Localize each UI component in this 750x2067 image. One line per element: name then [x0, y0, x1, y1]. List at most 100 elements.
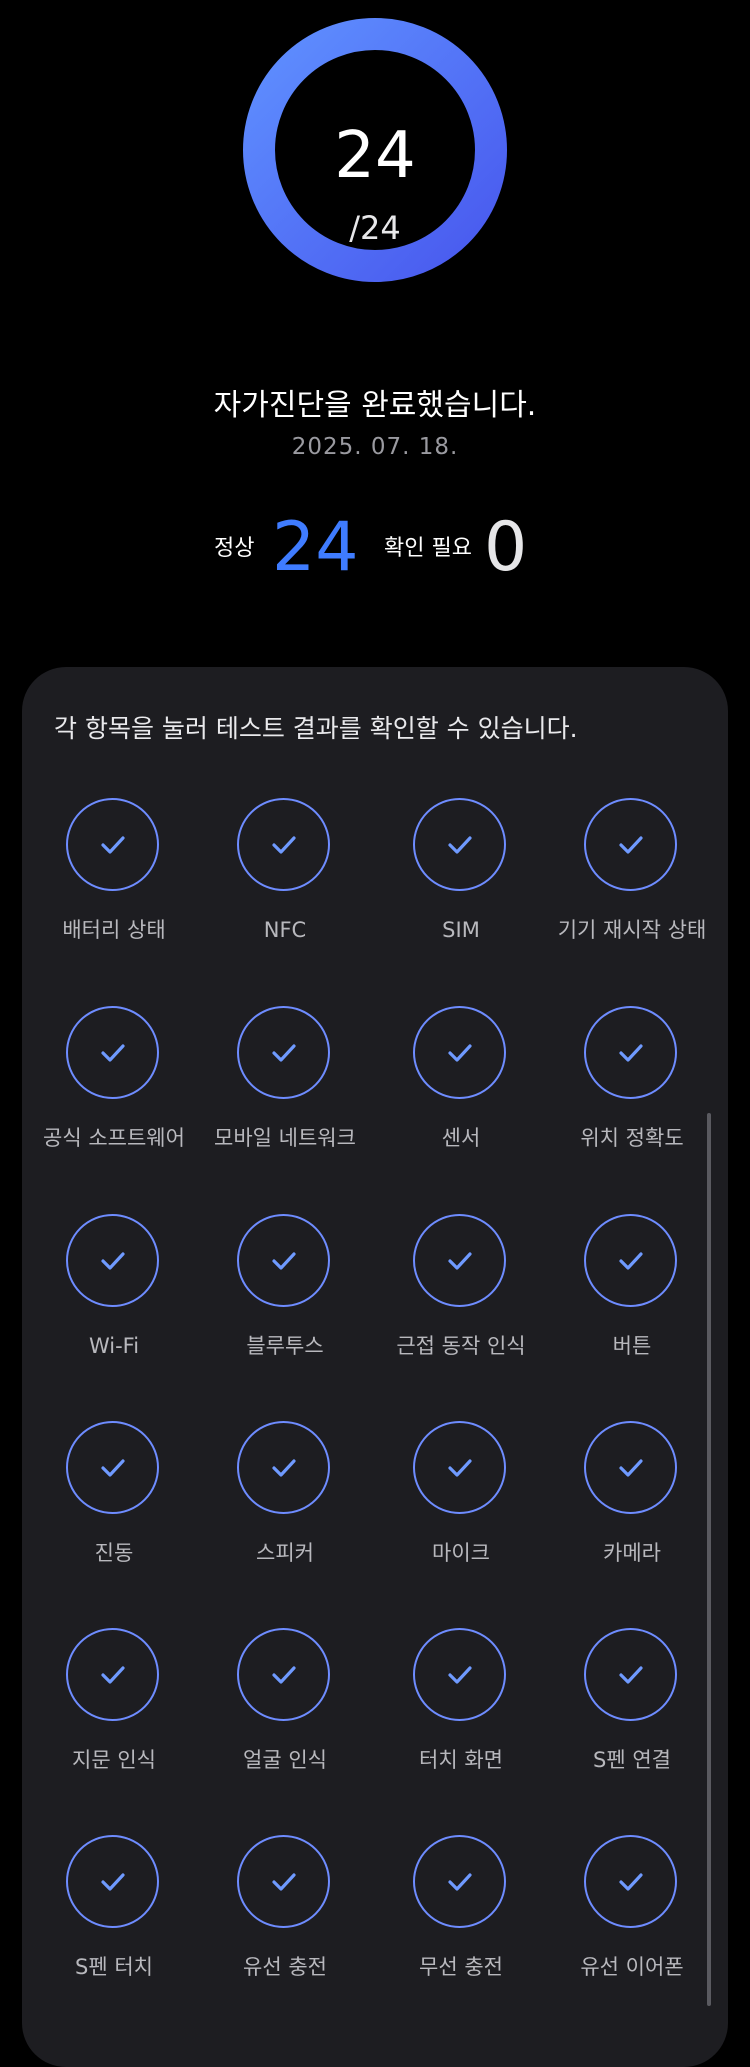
test-item-label: 공식 소프트웨어 [43, 1126, 185, 1150]
test-item[interactable]: 센서 [375, 1006, 547, 1166]
check-icon [272, 1044, 296, 1062]
check-icon [619, 1666, 643, 1684]
test-item-label: 터치 화면 [419, 1748, 503, 1772]
test-item-label: S펜 연결 [593, 1748, 671, 1772]
passed-count: 24 [334, 119, 416, 193]
test-item-label: 스피커 [256, 1541, 314, 1565]
check-icon [272, 1666, 296, 1684]
check-icon [448, 1252, 472, 1270]
test-item[interactable]: 진동 [28, 1421, 200, 1581]
scrollbar[interactable] [707, 1113, 711, 2006]
status-circle [66, 1628, 159, 1721]
status-circle [413, 1006, 506, 1099]
status-circle [237, 1835, 330, 1928]
status-circle [66, 1835, 159, 1928]
check-icon [272, 836, 296, 854]
check-icon [448, 1666, 472, 1684]
status-circle [584, 1006, 677, 1099]
test-item-label: 마이크 [432, 1541, 490, 1565]
check-icon [619, 1252, 643, 1270]
test-item[interactable]: 기기 재시작 상태 [546, 798, 718, 958]
test-item[interactable]: 버튼 [546, 1214, 718, 1374]
status-circle [237, 1214, 330, 1307]
test-item-label: 유선 충전 [243, 1955, 327, 1979]
panel-hint: 각 항목을 눌러 테스트 결과를 확인할 수 있습니다. [54, 714, 578, 743]
check-icon [448, 1044, 472, 1062]
status-circle [66, 1421, 159, 1514]
test-item-label: NFC [263, 918, 307, 942]
test-item[interactable]: NFC [199, 798, 371, 958]
test-item-label: 지문 인식 [72, 1748, 156, 1772]
test-item-label: 모바일 네트워크 [214, 1126, 356, 1150]
test-item-label: 진동 [94, 1541, 134, 1565]
test-item[interactable]: 스피커 [199, 1421, 371, 1581]
test-item-label: 얼굴 인식 [243, 1748, 327, 1772]
test-item[interactable]: 마이크 [375, 1421, 547, 1581]
test-item[interactable]: 무선 충전 [375, 1835, 547, 1995]
test-item-label: SIM [442, 918, 480, 942]
test-item[interactable]: 근접 동작 인식 [375, 1214, 547, 1374]
check-icon [619, 1044, 643, 1062]
test-item[interactable]: 위치 정확도 [546, 1006, 718, 1166]
test-item[interactable]: S펜 연결 [546, 1628, 718, 1788]
check-icon [448, 1873, 472, 1891]
test-item-label: 근접 동작 인식 [396, 1334, 526, 1358]
status-circle [584, 1628, 677, 1721]
status-circle [584, 798, 677, 891]
test-item-label: 카메라 [603, 1541, 661, 1565]
check-icon [101, 1459, 125, 1477]
check-icon [448, 836, 472, 854]
check-icon [101, 1666, 125, 1684]
test-item-label: S펜 터치 [75, 1955, 153, 1979]
test-item[interactable]: 지문 인식 [28, 1628, 200, 1788]
status-circle [413, 1628, 506, 1721]
check-icon [619, 1459, 643, 1477]
test-item[interactable]: 블루투스 [199, 1214, 371, 1374]
test-item-label: 버튼 [612, 1334, 652, 1358]
test-item[interactable]: 유선 이어폰 [546, 1835, 718, 1995]
status-circle [413, 1421, 506, 1514]
status-circle [413, 1835, 506, 1928]
status-circle [237, 1006, 330, 1099]
normal-label: 정상 [214, 536, 255, 561]
test-item-label: 센서 [441, 1126, 481, 1150]
status-circle [237, 798, 330, 891]
completion-date: 2025. 07. 18. [291, 434, 459, 460]
test-item-label: 배터리 상태 [62, 918, 166, 942]
status-circle [66, 798, 159, 891]
test-item[interactable]: 터치 화면 [375, 1628, 547, 1788]
test-item-label: 블루투스 [246, 1334, 324, 1358]
test-item[interactable]: 배터리 상태 [28, 798, 200, 958]
status-circle [66, 1214, 159, 1307]
test-item[interactable]: 얼굴 인식 [199, 1628, 371, 1788]
check-icon [272, 1252, 296, 1270]
normal-count: 24 [272, 508, 359, 587]
status-circle [237, 1628, 330, 1721]
check-icon [272, 1459, 296, 1477]
total-count: /24 [349, 209, 401, 247]
test-item-label: 기기 재시작 상태 [557, 918, 707, 942]
status-circle [413, 1214, 506, 1307]
test-item[interactable]: SIM [375, 798, 547, 958]
status-circle [66, 1006, 159, 1099]
test-item[interactable]: 카메라 [546, 1421, 718, 1581]
check-icon [101, 1873, 125, 1891]
completion-message: 자가진단을 완료했습니다. [213, 388, 537, 423]
check-icon [619, 1873, 643, 1891]
check-icon [619, 836, 643, 854]
test-item-label: Wi-Fi [88, 1334, 140, 1358]
test-item[interactable]: S펜 터치 [28, 1835, 200, 1995]
test-item-label: 무선 충전 [419, 1955, 503, 1979]
check-icon [448, 1459, 472, 1477]
test-item-label: 위치 정확도 [580, 1126, 684, 1150]
status-circle [584, 1421, 677, 1514]
test-item[interactable]: 모바일 네트워크 [199, 1006, 371, 1166]
check-icon [101, 1044, 125, 1062]
test-item[interactable]: 공식 소프트웨어 [28, 1006, 200, 1166]
needs-check-label: 확인 필요 [384, 536, 472, 561]
status-circle [584, 1214, 677, 1307]
status-circle [584, 1835, 677, 1928]
test-item[interactable]: Wi-Fi [28, 1214, 200, 1374]
test-item[interactable]: 유선 충전 [199, 1835, 371, 1995]
check-icon [101, 836, 125, 854]
